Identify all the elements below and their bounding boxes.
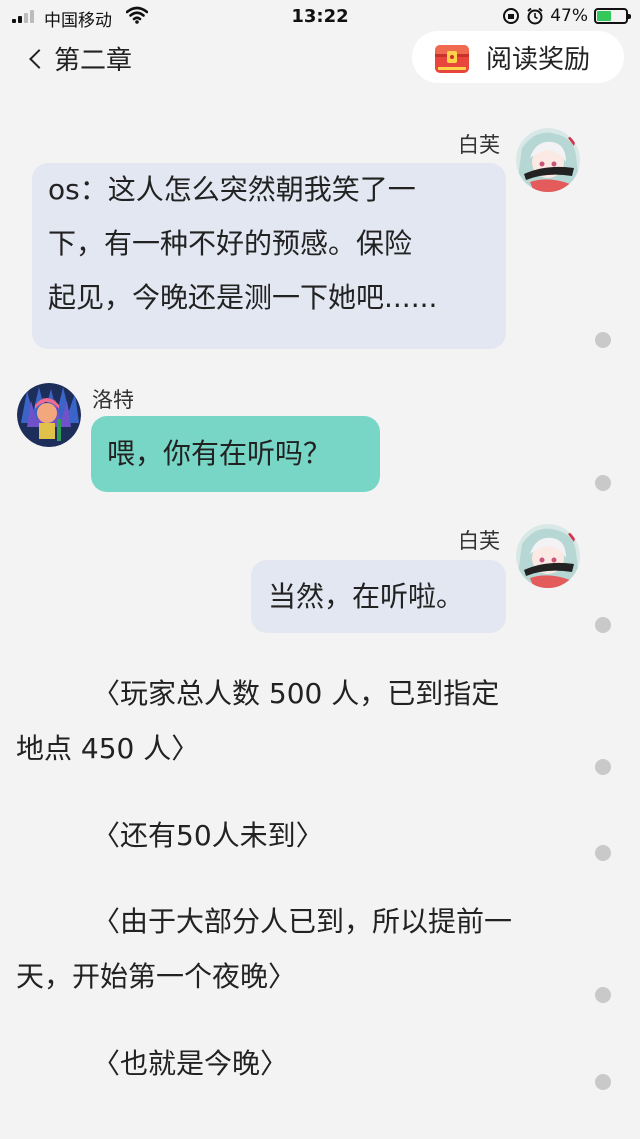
comment-dot-icon[interactable] bbox=[595, 1074, 611, 1090]
comment-dot-icon[interactable] bbox=[595, 332, 611, 348]
comment-dot-icon[interactable] bbox=[595, 845, 611, 861]
battery-icon bbox=[594, 8, 631, 24]
back-chevron-icon bbox=[29, 49, 49, 69]
narration-paragraph: 〈由于大部分人已到，所以提前一 天，开始第一个夜晚〉 bbox=[16, 894, 586, 1004]
back-button[interactable]: 第二章 bbox=[29, 38, 133, 78]
message-line: 起见，今晚还是测一下她吧...... bbox=[48, 281, 438, 314]
reading-reward-button[interactable]: 阅读奖励 bbox=[412, 31, 624, 83]
comment-dot-icon[interactable] bbox=[595, 475, 611, 491]
message-bubble[interactable]: os：这人怎么突然朝我笑了一 下，有一种不好的预感。保险 起见，今晚还是测一下她… bbox=[32, 163, 506, 349]
avatar-luote[interactable] bbox=[17, 383, 81, 447]
message-bubble[interactable]: 喂，你有在听吗？ bbox=[91, 416, 380, 492]
narration-line: 〈也就是今晚〉 bbox=[92, 1047, 289, 1080]
narration-paragraph: 〈也就是今晚〉 bbox=[16, 1036, 586, 1091]
battery-percent: 47% bbox=[550, 6, 588, 26]
narration-line: 〈玩家总人数 500 人，已到指定 bbox=[92, 677, 500, 710]
treasure-chest-icon bbox=[435, 45, 469, 73]
message-line: os：这人怎么突然朝我笑了一 bbox=[48, 173, 416, 206]
comment-dot-icon[interactable] bbox=[595, 987, 611, 1003]
comment-dot-icon[interactable] bbox=[595, 759, 611, 775]
narration-paragraph: 〈还有50人未到〉 bbox=[16, 808, 586, 863]
narration-paragraph: 〈玩家总人数 500 人，已到指定 地点 450 人〉 bbox=[16, 666, 586, 776]
reading-reward-label: 阅读奖励 bbox=[486, 44, 591, 75]
status-bar: 中国移动 13:22 47% bbox=[0, 0, 640, 34]
narration-line: 〈由于大部分人已到，所以提前一 bbox=[92, 905, 513, 938]
comment-dot-icon[interactable] bbox=[595, 617, 611, 633]
message-line: 当然，在听啦。 bbox=[268, 580, 465, 613]
speaker-name: 白芙 bbox=[458, 133, 500, 157]
speaker-name: 白芙 bbox=[458, 529, 500, 553]
message-line: 喂，你有在听吗？ bbox=[107, 437, 332, 470]
narration-line: 地点 450 人〉 bbox=[16, 732, 200, 765]
speaker-name: 洛特 bbox=[92, 388, 134, 412]
chapter-title: 第二章 bbox=[54, 45, 133, 76]
alarm-icon bbox=[527, 7, 543, 25]
avatar-baifu[interactable] bbox=[516, 524, 580, 588]
message-bubble[interactable]: 当然，在听啦。 bbox=[251, 560, 506, 633]
avatar-baifu[interactable] bbox=[516, 128, 580, 192]
message-line: 下，有一种不好的预感。保险 bbox=[48, 227, 413, 260]
narration-line: 天，开始第一个夜晚〉 bbox=[16, 960, 297, 993]
narration-line: 〈还有50人未到〉 bbox=[92, 819, 324, 852]
orientation-lock-icon bbox=[503, 8, 520, 24]
